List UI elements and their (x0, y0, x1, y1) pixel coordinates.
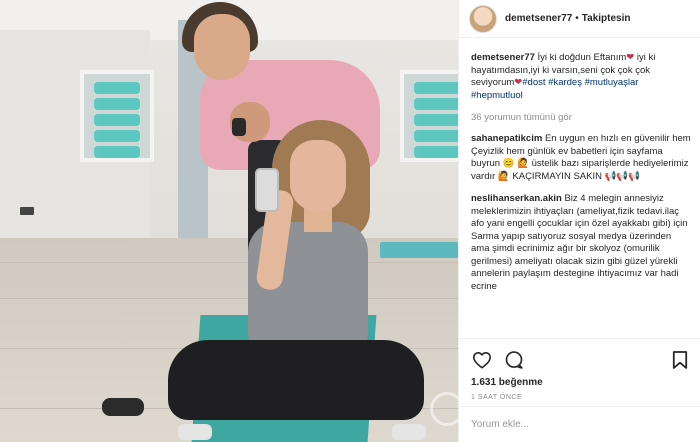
hashtag-hepmutluol[interactable]: #hepmutluol (471, 90, 523, 101)
comment-item: sahanepatikcim En uygun en hızlı en güve… (471, 133, 691, 183)
comment-username[interactable]: sahanepatikcim (471, 133, 542, 144)
sneaker-left (178, 424, 212, 440)
watermark-logo (430, 392, 458, 426)
post-timestamp: 1 SAAT ÖNCE (471, 394, 523, 401)
comment-item: neslihanserkan.akin Biz 4 melegin annesi… (471, 193, 691, 293)
follow-status[interactable]: Takiptesin (582, 13, 631, 24)
speech-bubble-icon[interactable] (503, 349, 525, 371)
towel-shelf-left (80, 70, 154, 162)
wristwatch (232, 118, 246, 136)
hashtag-kardes[interactable]: #kardeş (548, 77, 582, 88)
header-username[interactable]: demetsener77 (505, 13, 572, 24)
sneaker-right (392, 424, 426, 440)
caption-text-1: İyi ki doğdun Eftanım (537, 52, 627, 63)
person-sitting-legs (168, 340, 424, 420)
wall-outlet (20, 207, 34, 215)
comment-input[interactable] (471, 419, 689, 430)
person-standing-face (194, 14, 250, 80)
heart-emoji: ❤ (626, 52, 635, 63)
post-header: demetsener77 • Takiptesin (459, 0, 700, 38)
header-separator: • (575, 13, 579, 24)
towel-shelf-right (400, 70, 458, 162)
caption-username[interactable]: demetsener77 (471, 52, 535, 63)
view-all-comments-link[interactable]: 36 yorumun tümünü gör (471, 112, 691, 123)
comment-text: Biz 4 melegin annesiyiz meleklerimizin i… (471, 193, 688, 292)
rolled-mat (380, 242, 458, 258)
person-sitting-face (290, 140, 346, 212)
post-actions: 1.631 beğenme 1 SAAT ÖNCE (459, 338, 700, 442)
hashtag-dost[interactable]: #dost (522, 77, 545, 88)
smartphone (255, 168, 279, 212)
hashtag-mutluyaslar[interactable]: #mutluyaşlar (585, 77, 639, 88)
bookmark-icon[interactable] (669, 349, 691, 371)
heart-outline-icon[interactable] (471, 349, 493, 371)
comment-username[interactable]: neslihanserkan.akin (471, 193, 562, 204)
likes-count[interactable]: 1.631 beğenme (459, 373, 700, 388)
post-side-panel: demetsener77 • Takiptesin demetsener77 İ… (458, 0, 700, 442)
comments-area[interactable]: demetsener77 İyi ki doğdun Eftanım❤ iyi … (459, 40, 700, 330)
avatar[interactable] (469, 4, 497, 33)
dumbbell (102, 398, 144, 416)
add-comment-bar (459, 406, 700, 442)
post-photo[interactable] (0, 0, 458, 442)
action-icon-row (459, 339, 700, 373)
post-caption: demetsener77 İyi ki doğdun Eftanım❤ iyi … (471, 52, 691, 102)
